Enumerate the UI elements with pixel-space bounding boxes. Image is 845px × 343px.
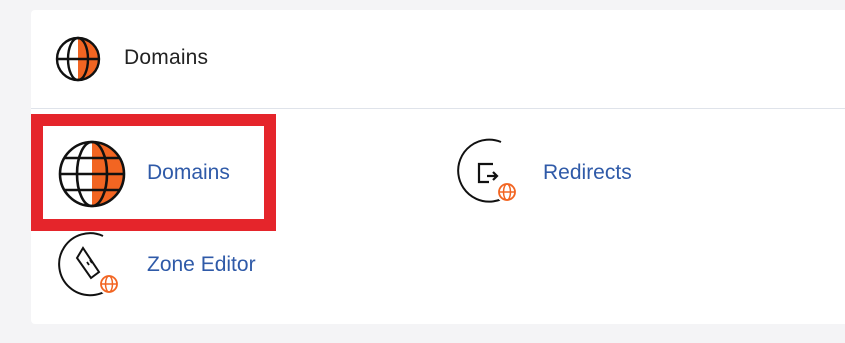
globe-icon (57, 139, 127, 214)
zone-editor-tool-link[interactable]: Zone Editor (53, 230, 313, 300)
domains-tool-link[interactable]: Domains (55, 134, 275, 214)
panel-header[interactable]: Domains (31, 10, 845, 109)
redirects-tool-link[interactable]: Redirects (453, 136, 673, 206)
redirect-icon (453, 136, 525, 213)
domains-tool-label: Domains (147, 161, 230, 184)
globe-icon (55, 36, 101, 82)
panel-title: Domains (124, 46, 209, 69)
zone-editor-icon (53, 230, 125, 307)
zone-editor-tool-label: Zone Editor (147, 253, 256, 276)
domains-panel: Domains Domains Redirects Zone Editor (31, 10, 845, 324)
redirects-tool-label: Redirects (543, 161, 632, 184)
